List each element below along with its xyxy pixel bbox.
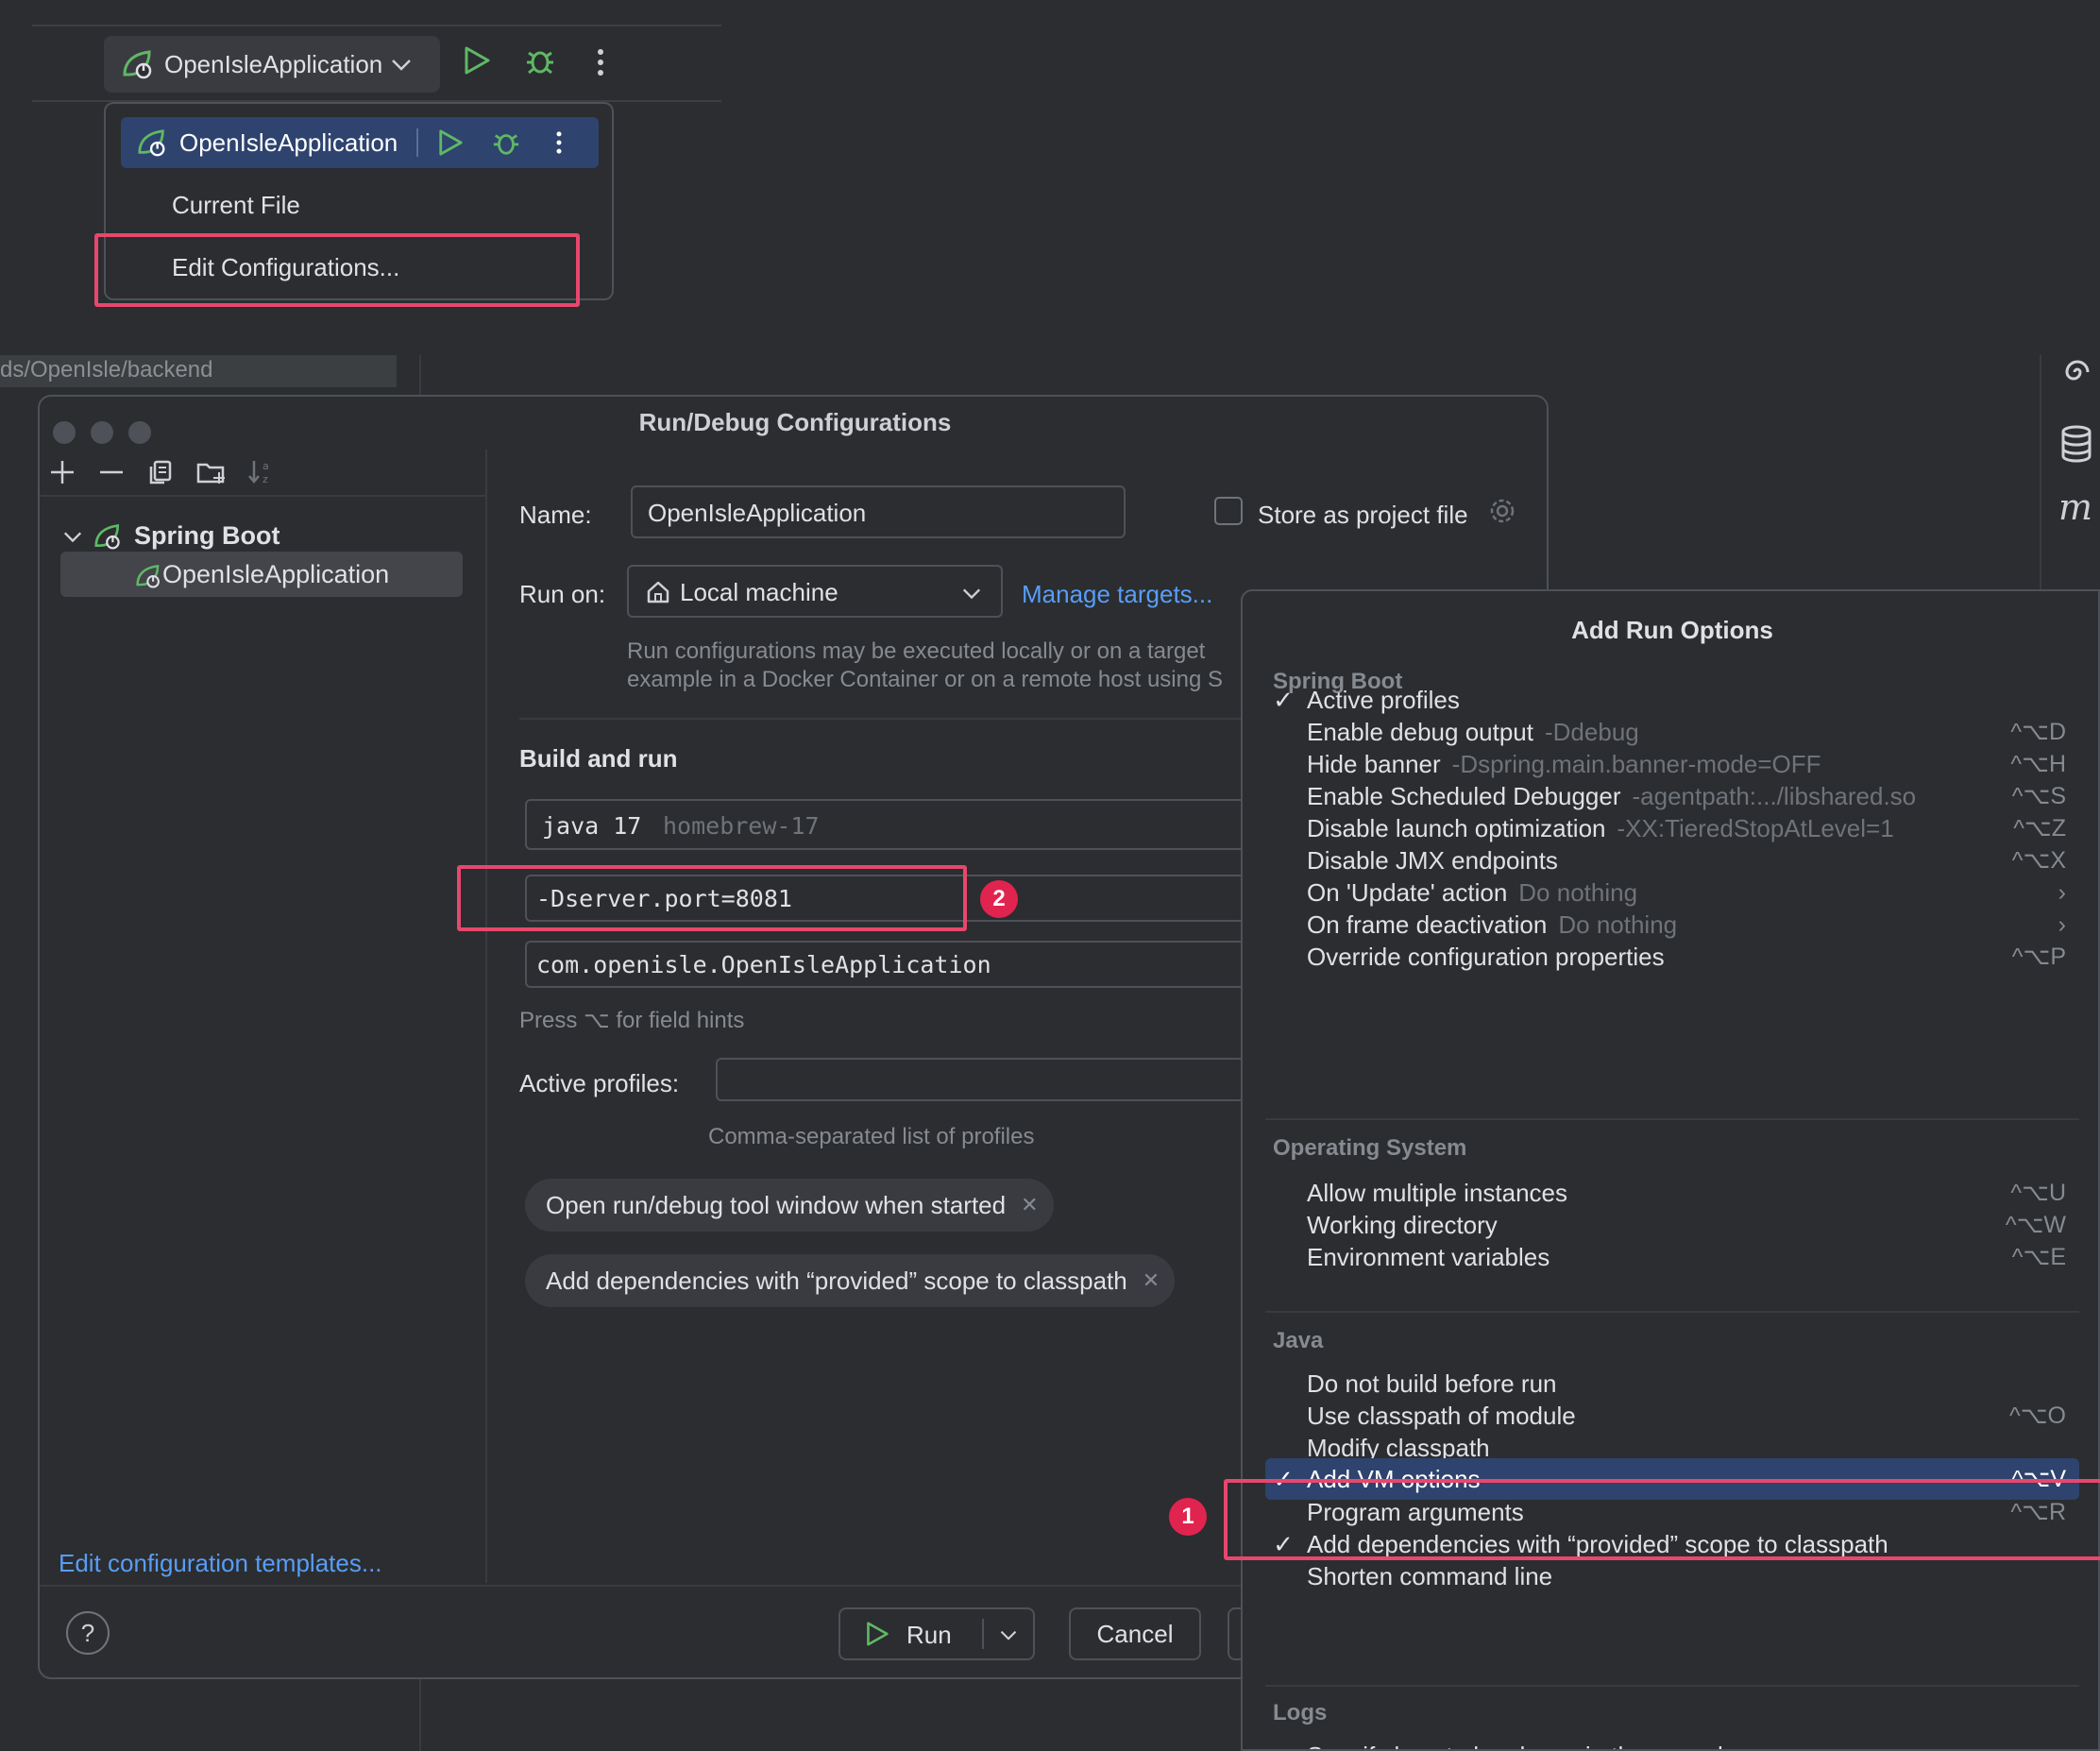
store-project-file-label: Store as project file	[1258, 501, 1468, 529]
chip-label: Add dependencies with “provided” scope t…	[546, 1266, 1127, 1295]
close-icon[interactable]: ✕	[1021, 1193, 1038, 1217]
svg-text:m: m	[2058, 491, 2092, 525]
folder-add-icon[interactable]	[196, 459, 227, 485]
run-on-label: Run on:	[519, 580, 606, 608]
dialog-title: Run/Debug Configurations	[638, 408, 952, 436]
build-and-run-heading: Build and run	[519, 744, 678, 773]
chip-provided-scope[interactable]: Add dependencies with “provided” scope t…	[525, 1254, 1176, 1307]
tree-item-openisle[interactable]: OpenIsleApplication	[60, 552, 463, 597]
option-label: Override configuration properties	[1307, 942, 1665, 971]
more-vertical-icon[interactable]	[595, 47, 606, 77]
divider	[1265, 1311, 2079, 1313]
divider	[982, 1619, 984, 1649]
popup-item-label: OpenIsleApplication	[179, 128, 398, 157]
field-hints-text: Press ⌥ for field hints	[519, 1008, 745, 1033]
chip-open-tool-window[interactable]: Open run/debug tool window when started …	[525, 1179, 1054, 1232]
run-button-label: Run	[906, 1621, 952, 1649]
name-label: Name:	[519, 501, 592, 529]
svg-text:z: z	[262, 473, 268, 485]
help-button[interactable]: ?	[66, 1611, 110, 1655]
divider	[1265, 1685, 2079, 1687]
highlight-add-vm-options	[1224, 1479, 2100, 1560]
option-label: Shorten command line	[1307, 1561, 1553, 1590]
configuration-tree-pane: az Spring Boot OpenIsleApplication Edit …	[40, 450, 487, 1583]
name-value: OpenIsleApplication	[648, 499, 867, 527]
option-label: Environment variables	[1307, 1242, 1550, 1271]
tree-toolbar: az	[40, 450, 487, 497]
run-config-name: OpenIsleApplication	[164, 49, 383, 78]
spiral-icon[interactable]	[2060, 355, 2094, 389]
add-icon[interactable]	[49, 459, 76, 485]
option-environment-variables[interactable]: Environment variables ^⌥E	[1265, 1235, 2079, 1279]
project-path: ds/OpenIsle/backend	[0, 357, 213, 382]
group-logs: Logs	[1273, 1700, 1328, 1726]
active-profiles-hint: Comma-separated list of profiles	[708, 1124, 1035, 1149]
highlight-vm-options	[457, 865, 967, 931]
option-shorten-command-line[interactable]: Shorten command line	[1265, 1555, 2079, 1598]
run-icon[interactable]	[463, 45, 491, 76]
right-tool-strip: m	[2040, 355, 2100, 591]
close-icon[interactable]: ✕	[1143, 1268, 1160, 1293]
chevron-down-icon	[390, 57, 413, 72]
option-shortcut: ^⌥P	[2011, 944, 2066, 970]
option-label: Specify logs to be shown in the console	[1307, 1742, 1736, 1750]
database-icon[interactable]	[2060, 425, 2092, 463]
run-button[interactable]: Run	[838, 1607, 1035, 1660]
manage-targets-link[interactable]: Manage targets...	[1022, 580, 1212, 609]
run-icon	[865, 1621, 889, 1647]
active-profiles-label: Active profiles:	[519, 1069, 680, 1097]
maven-icon[interactable]: m	[2057, 491, 2094, 525]
divider	[1265, 1118, 2079, 1120]
run-icon[interactable]	[437, 128, 464, 157]
copy-icon[interactable]	[147, 459, 174, 485]
run-on-hint-line-1: Run configurations may be executed local…	[627, 638, 1206, 664]
chip-label: Open run/debug tool window when started	[546, 1190, 1007, 1219]
popup-item-openisle[interactable]: OpenIsleApplication	[121, 117, 599, 168]
name-input[interactable]: OpenIsleApplication	[631, 485, 1126, 538]
add-run-options-popup: Add Run Options Spring Boot ✓ Active prof…	[1241, 589, 2100, 1751]
chevron-down-icon	[961, 586, 982, 601]
group-java: Java	[1273, 1328, 1324, 1353]
options-title: Add Run Options	[1571, 616, 1773, 644]
main-class-value: com.openisle.OpenIsleApplication	[536, 951, 991, 978]
svg-text:a: a	[262, 460, 269, 472]
spring-boot-icon	[136, 128, 170, 158]
option-specify-logs[interactable]: Specify logs to be shown in the console	[1265, 1734, 2079, 1750]
divider	[416, 128, 419, 157]
sort-alphabetically-icon[interactable]: az	[247, 457, 276, 485]
run-config-selector[interactable]: OpenIsleApplication	[104, 36, 440, 93]
highlight-edit-configurations	[94, 233, 580, 307]
edit-templates-link[interactable]: Edit configuration templates...	[59, 1549, 382, 1578]
run-on-select[interactable]: Local machine	[627, 565, 1003, 618]
popup-item-current-file[interactable]: Current File	[172, 191, 300, 220]
tree-group-spring-boot[interactable]: Spring Boot	[62, 521, 279, 551]
jdk-hint: homebrew-17	[663, 812, 820, 840]
option-shortcut: ^⌥E	[2011, 1244, 2066, 1270]
spring-boot-icon	[93, 522, 125, 551]
store-project-file-checkbox[interactable]	[1214, 497, 1243, 525]
annotation-badge-1: 1	[1169, 1498, 1207, 1536]
run-on-hint-line-2: example in a Docker Container or on a re…	[627, 667, 1223, 692]
run-on-value: Local machine	[680, 578, 838, 606]
more-vertical-icon[interactable]	[554, 128, 564, 157]
annotation-badge-2: 2	[980, 880, 1018, 918]
spring-boot-icon	[121, 48, 157, 80]
cancel-button[interactable]: Cancel	[1069, 1607, 1201, 1660]
chevron-down-icon[interactable]	[999, 1628, 1018, 1641]
tree-group-label: Spring Boot	[134, 521, 280, 550]
remove-icon[interactable]	[98, 459, 125, 485]
spring-boot-icon	[134, 563, 164, 589]
debug-icon[interactable]	[525, 45, 555, 76]
project-path-bar: ds/OpenIsle/backend	[0, 355, 397, 387]
option-override-configuration-properties[interactable]: Override configuration properties ^⌥P	[1265, 935, 2079, 978]
jdk-value: java 17	[542, 812, 642, 840]
home-icon	[646, 580, 670, 604]
debug-icon[interactable]	[492, 128, 520, 157]
group-operating-system: Operating System	[1273, 1135, 1467, 1161]
gear-icon[interactable]	[1488, 497, 1516, 525]
chevron-down-icon[interactable]	[62, 529, 83, 544]
tree-item-label: OpenIsleApplication	[162, 559, 390, 588]
